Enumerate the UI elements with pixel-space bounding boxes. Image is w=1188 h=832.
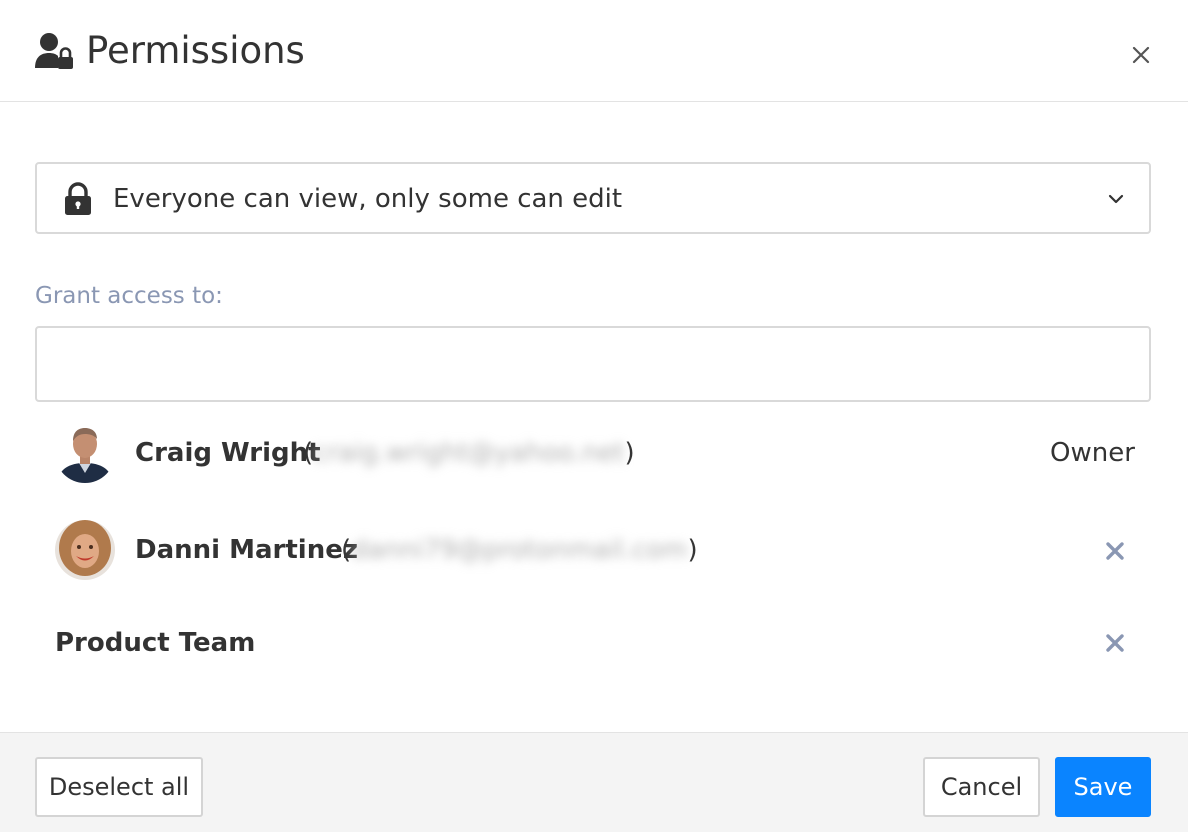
member-row-danni-martinez: Danni Martinez (danni79@protonmail.com) <box>0 518 1188 582</box>
member-email-group: (craig.wright@yahoo.net) <box>303 435 635 471</box>
lock-icon <box>65 182 91 215</box>
member-name: Danni Martinez <box>135 535 358 565</box>
grant-access-label: Grant access to: <box>35 283 223 309</box>
paren-open: ( <box>341 535 352 565</box>
cancel-button[interactable]: Cancel <box>923 757 1040 817</box>
remove-icon[interactable] <box>1100 536 1130 566</box>
grant-access-input[interactable] <box>35 326 1151 402</box>
avatar <box>55 423 115 483</box>
dialog-header: Permissions <box>0 0 1188 102</box>
member-email: danni79@protonmail.com <box>351 535 688 565</box>
visibility-selected-value: Everyone can view, only some can edit <box>113 184 623 214</box>
member-row-craig-wright: Craig Wright (craig.wright@yahoo.net) Ow… <box>0 421 1188 485</box>
save-button[interactable]: Save <box>1055 757 1151 817</box>
member-email: craig.wright@yahoo.net <box>313 438 625 468</box>
remove-icon[interactable] <box>1100 628 1130 658</box>
user-lock-icon <box>35 33 73 69</box>
paren-close: ) <box>687 535 698 565</box>
member-role: Owner <box>1050 438 1135 468</box>
avatar <box>55 520 115 580</box>
visibility-select[interactable]: Everyone can view, only some can edit <box>35 162 1151 234</box>
dialog-title: Permissions <box>86 29 305 72</box>
close-icon[interactable] <box>1126 40 1156 70</box>
dialog-footer: Deselect all Cancel Save <box>0 732 1188 832</box>
team-name: Product Team <box>55 628 256 658</box>
paren-close: ) <box>624 438 635 468</box>
paren-open: ( <box>303 438 314 468</box>
chevron-down-icon <box>1108 194 1124 204</box>
member-name: Craig Wright <box>135 438 321 468</box>
deselect-all-button[interactable]: Deselect all <box>35 757 203 817</box>
member-email-group: (danni79@protonmail.com) <box>341 532 698 568</box>
